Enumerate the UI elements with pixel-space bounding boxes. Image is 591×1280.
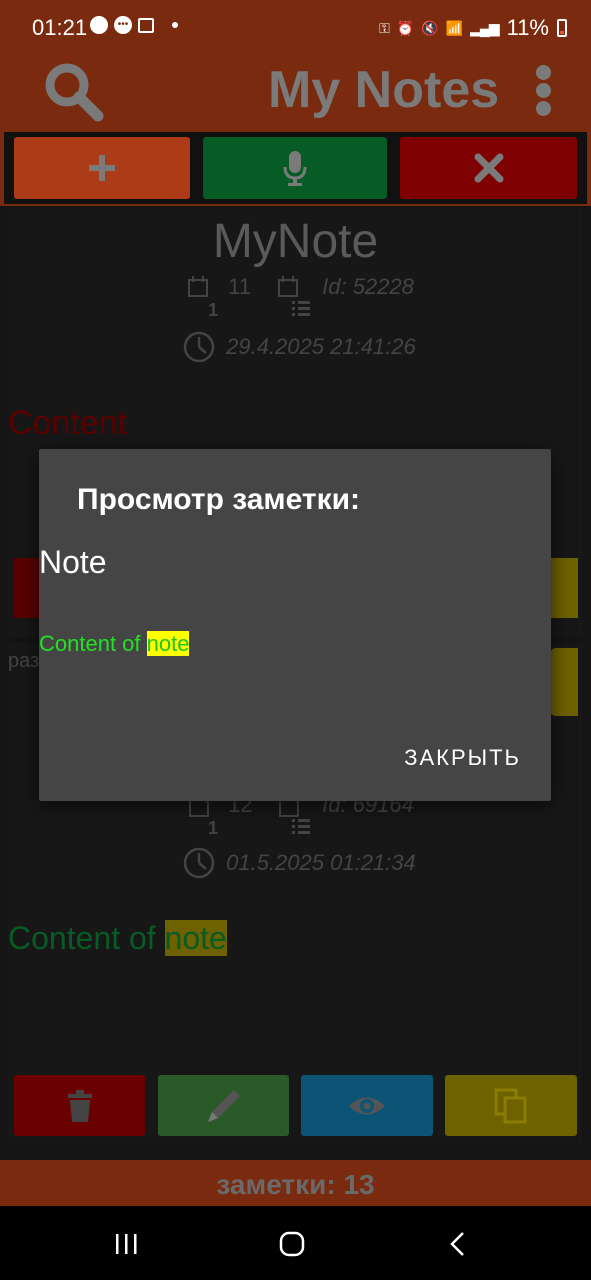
plus-icon [89, 155, 115, 181]
note-id-group: Id: 52228 [276, 274, 414, 318]
system-icons: ⚿ ⏰ 🔇 📶 ▂▄▆ 11% [379, 15, 567, 41]
action-toolbar [0, 132, 591, 206]
delete-note-button[interactable] [14, 1075, 145, 1136]
more-menu-icon[interactable] [532, 62, 554, 118]
eye-icon [349, 1097, 385, 1114]
signal-icon: ▂▄▆ [470, 19, 499, 36]
calendar-count-icon: 1 [188, 276, 218, 320]
add-note-button[interactable] [14, 137, 190, 199]
dialog-title: Просмотр заметки: [77, 483, 361, 516]
note-date-group: 01.5.2025 01:21:34 [182, 846, 416, 880]
toolbar-inner [4, 132, 587, 204]
dialog-note-content: Content of note [39, 631, 190, 657]
microphone-icon [283, 151, 307, 186]
note-partial-text: раз [8, 650, 40, 672]
battery-icon [557, 19, 567, 37]
system-nav-bar [0, 1206, 591, 1280]
image-icon [138, 17, 154, 33]
note-content-text: Content of [8, 920, 165, 956]
home-icon[interactable] [279, 1231, 305, 1257]
pencil-icon [207, 1089, 240, 1122]
key-icon: ⚿ [379, 19, 390, 36]
note-title: MyNote [212, 215, 379, 268]
svg-text:1: 1 [208, 300, 218, 318]
close-icon [474, 153, 503, 183]
mute-icon: 🔇 [421, 19, 438, 36]
recent-apps-icon[interactable] [114, 1232, 140, 1256]
status-bar: 01:21 ••• ⚿ ⏰ 🔇 📶 ▂▄▆ 11% [0, 0, 591, 56]
message-icon: ••• [114, 16, 132, 34]
note-count-group: 1 11 [186, 274, 251, 320]
dialog-note-title: Note [39, 544, 107, 580]
wifi-icon: 📶 [445, 19, 463, 36]
copy-note-button[interactable] [550, 558, 578, 618]
note-content-highlight: note [164, 920, 227, 956]
trash-icon [67, 1089, 92, 1122]
close-dialog-button[interactable]: ЗАКРЫТЬ [404, 745, 521, 771]
note-date: 29.4.2025 21:41:26 [226, 334, 416, 359]
battery-percent: 11% [506, 15, 549, 40]
voice-input-button[interactable] [203, 137, 387, 199]
edit-note-button[interactable] [158, 1075, 289, 1136]
copy-icon [494, 1088, 527, 1123]
note-count: 11 [228, 274, 251, 299]
folder-icon[interactable] [550, 648, 578, 716]
search-icon[interactable] [42, 60, 104, 122]
note-content: Content of note [8, 920, 227, 957]
dialog-content-text: Content of [39, 631, 147, 656]
note-date: 01.5.2025 01:21:34 [226, 850, 416, 875]
note-preview-dialog: Просмотр заметки: Note Content of note З… [39, 449, 551, 801]
app-title: My Notes [268, 61, 500, 119]
copy-note-button[interactable] [445, 1075, 577, 1136]
clock-icon [183, 847, 215, 879]
dialog-content-highlight: note [146, 631, 190, 656]
note-date-group: 29.4.2025 21:41:26 [182, 330, 416, 364]
svg-text:1: 1 [208, 818, 218, 836]
note-content-label: Content [8, 404, 128, 442]
status-time: 01:21 [32, 15, 88, 40]
app-bar: My Notes [0, 56, 591, 132]
note-id: Id: 52228 [322, 274, 414, 299]
view-note-button[interactable] [301, 1075, 433, 1136]
calendar-list-icon [278, 276, 310, 316]
back-icon[interactable] [448, 1231, 468, 1257]
notes-count-bar: заметки: 13 [0, 1160, 591, 1206]
alarm-icon: ⏰ [396, 19, 414, 36]
clear-button[interactable] [400, 137, 577, 199]
clock-icon [183, 331, 215, 363]
notification-icons: ••• [90, 16, 178, 34]
more-notifications-icon [172, 22, 178, 28]
notification-dot-icon [90, 16, 108, 34]
